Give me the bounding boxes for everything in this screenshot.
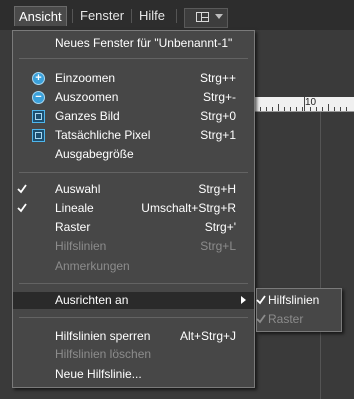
menu-separator (131, 9, 132, 23)
menu-item-shortcut: Strg+H (198, 182, 236, 196)
menu-item-label: Neues Fenster für "Unbenannt-1" (55, 36, 233, 50)
menu-item-selection[interactable]: Auswahl Strg+H (13, 181, 254, 198)
menu-item-new-window[interactable]: Neues Fenster für "Unbenannt-1" (13, 35, 254, 52)
menu-item-label: Hilfslinien (55, 239, 107, 253)
fit-screen-icon (32, 110, 45, 123)
menu-item-shortcut: Strg+0 (200, 109, 236, 123)
menu-item-label: Ausrichten an (55, 293, 129, 307)
menu-bar: Ansicht Fenster Hilfe (0, 0, 354, 30)
menu-item-zoom-out[interactable]: − Auszoomen Strg+- (13, 89, 254, 106)
horizontal-ruler (250, 97, 354, 112)
menu-hilfe[interactable]: Hilfe (135, 6, 169, 25)
menu-item-shortcut: Strg+1 (200, 128, 236, 142)
menu-item-shortcut: Strg+' (204, 220, 236, 234)
menu-item-lock-guides[interactable]: Hilfslinien sperren Alt+Strg+J (13, 328, 254, 345)
menu-fenster[interactable]: Fenster (76, 6, 128, 25)
zoom-out-icon: − (32, 91, 45, 104)
menu-item-label: Auswahl (55, 182, 101, 196)
ansicht-dropdown-menu: Neues Fenster für "Unbenannt-1" + Einzoo… (12, 30, 255, 388)
submenu-item-label: Hilfslinien (268, 293, 320, 307)
menu-item-label: Auszoomen (55, 90, 119, 104)
zoom-in-icon: + (32, 72, 45, 85)
menu-separator (19, 317, 248, 318)
checkmark-icon (256, 314, 266, 324)
menu-item-actual-pixels[interactable]: Tatsächliche Pixel Strg+1 (13, 127, 254, 144)
panel-layout-button[interactable] (184, 8, 228, 28)
panel-layout-icon (196, 12, 209, 22)
menu-item-label: Hilfslinien löschen (55, 347, 152, 361)
menu-item-fit-screen[interactable]: Ganzes Bild Strg+0 (13, 108, 254, 125)
menu-item-label: Ganzes Bild (55, 109, 120, 123)
menu-item-new-guide[interactable]: Neue Hilfslinie... (13, 366, 254, 383)
menu-item-rulers[interactable]: Lineale Umschalt+Strg+R (13, 200, 254, 217)
menu-item-print-size[interactable]: Ausgabegröße (13, 146, 254, 163)
menu-item-label: Einzoomen (55, 71, 116, 85)
submenu-item-label: Raster (268, 312, 304, 326)
menu-item-snap-to[interactable]: Ausrichten an (13, 292, 254, 309)
menu-item-label: Lineale (55, 201, 94, 215)
menu-item-label: Anmerkungen (55, 259, 130, 273)
menu-item-shortcut: Strg++ (199, 71, 236, 85)
panel-divider (320, 112, 321, 399)
submenu-item-guides[interactable]: Hilfslinien (256, 291, 341, 309)
menu-item-annotations: Anmerkungen (13, 258, 254, 275)
menu-item-label: Tatsächliche Pixel (55, 128, 151, 142)
submenu-arrow-icon (241, 296, 246, 304)
menu-item-grid[interactable]: Raster Strg+' (13, 219, 254, 236)
menu-ansicht[interactable]: Ansicht (14, 6, 67, 26)
menu-item-shortcut: Umschalt+Strg+R (141, 201, 236, 215)
actual-pixels-icon (32, 129, 45, 142)
menu-item-zoom-in[interactable]: + Einzoomen Strg++ (13, 70, 254, 87)
checkmark-icon (17, 184, 27, 194)
submenu-item-grid: Raster (256, 310, 341, 328)
snap-to-submenu: Hilfslinien Raster (256, 288, 342, 332)
chevron-down-icon (215, 14, 223, 19)
menu-item-label: Raster (55, 220, 91, 234)
checkmark-icon (256, 295, 266, 305)
menu-separator (19, 58, 248, 59)
menu-item-guides: Hilfslinien Strg+L (13, 238, 254, 255)
menu-item-label: Ausgabegröße (55, 147, 134, 161)
menu-item-shortcut: Strg+L (200, 239, 236, 253)
menu-item-shortcut: Strg+- (202, 90, 236, 104)
checkmark-icon (17, 203, 27, 213)
menu-item-shortcut: Alt+Strg+J (179, 329, 236, 343)
menu-separator (72, 9, 73, 23)
ruler-label: 10 (305, 97, 317, 108)
menu-separator (19, 172, 248, 173)
menu-item-label: Neue Hilfslinie... (55, 367, 142, 381)
menu-item-label: Hilfslinien sperren (55, 329, 151, 343)
menu-separator (176, 9, 177, 23)
menu-separator (19, 283, 248, 284)
menu-item-clear-guides: Hilfslinien löschen (13, 346, 254, 363)
